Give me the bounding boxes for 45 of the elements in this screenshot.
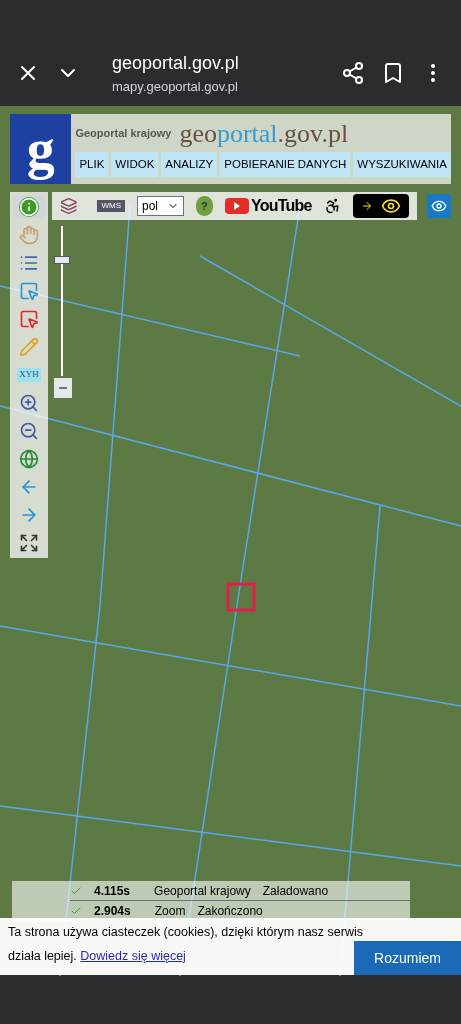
highlighted-parcel	[226, 582, 256, 612]
accept-button[interactable]: Rozumiem	[354, 941, 461, 975]
share-icon[interactable]	[341, 61, 365, 85]
learn-more-link[interactable]: Dowiedz się więcej	[80, 949, 186, 963]
help-button[interactable]: ?	[195, 196, 214, 216]
aerial-map[interactable]	[0, 106, 461, 975]
load-time: 4.115s	[94, 882, 131, 900]
globe-icon	[19, 449, 39, 469]
list-icon	[19, 253, 39, 273]
pencil-icon	[19, 337, 39, 357]
log-status: Załadowano	[262, 882, 329, 900]
page-title: geoportal.gov.pl	[112, 51, 240, 75]
logo-tile: g	[10, 114, 72, 184]
menu-tab[interactable]: POBIERANIE DANYCH	[220, 152, 351, 178]
menu-tab[interactable]: WIDOK	[111, 152, 159, 178]
zoom-slider-thumb[interactable]	[54, 256, 70, 264]
selection-icon	[19, 281, 39, 301]
zoom-in-icon	[19, 393, 39, 413]
eye-icon	[431, 198, 447, 214]
log-source: Geoportal krajowy	[154, 882, 251, 900]
menu-tab[interactable]: ANALIZY	[161, 152, 218, 178]
language-select[interactable]: pol	[137, 196, 184, 216]
log-source: Zoom	[154, 902, 186, 920]
page-url: mapy.geoportal.gov.pl	[112, 77, 239, 96]
layers-icon[interactable]	[60, 196, 78, 216]
hand-icon	[19, 225, 39, 245]
play-icon	[225, 198, 250, 214]
site-logo: geoportal.gov.pl	[179, 117, 349, 150]
load-time: 2.904s	[94, 902, 131, 920]
log-status: Zakończono	[197, 902, 263, 920]
youtube-logo[interactable]: YouTube	[225, 194, 312, 218]
visibility-button[interactable]	[427, 194, 451, 218]
zoom-out-button[interactable]	[54, 378, 72, 398]
wms-button[interactable]: WMS	[97, 200, 125, 212]
eye-icon	[381, 196, 401, 216]
menu-tab[interactable]: WYSZUKIWANIA	[353, 152, 451, 178]
accessibility-icon[interactable]	[323, 196, 341, 216]
zoom-out-icon	[19, 421, 39, 441]
full-extent-icon	[19, 533, 39, 553]
info-icon	[19, 197, 39, 217]
contrast-button[interactable]	[353, 194, 409, 218]
arrow-right-icon	[361, 200, 373, 212]
menu-tab[interactable]: PLIK	[75, 152, 109, 178]
subtitle: Geoportal krajowy	[75, 125, 172, 141]
selection-icon	[19, 309, 39, 329]
